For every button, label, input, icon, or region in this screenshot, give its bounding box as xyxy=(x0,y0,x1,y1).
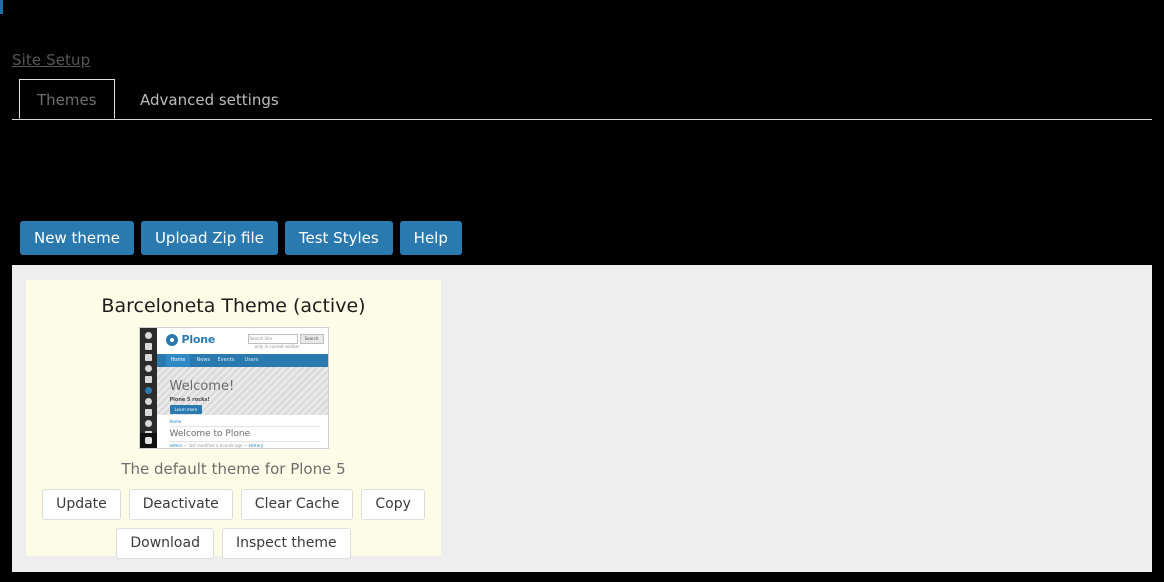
update-button[interactable]: Update xyxy=(42,489,121,520)
preview-nav-item-events: Events xyxy=(217,357,235,363)
theme-card-barceloneta: Barceloneta Theme (active) Plone Search … xyxy=(26,280,441,559)
preview-sidebar-edit-icon xyxy=(144,354,152,361)
preview-byline-history-link: History xyxy=(248,443,264,448)
upload-zip-file-button[interactable]: Upload Zip file xyxy=(140,221,278,255)
preview-sidebar-user-area xyxy=(139,433,157,448)
preview-hero-subtitle: Plone 5 rocks! xyxy=(169,397,210,403)
theme-toolbar: New theme Upload Zip file Test Styles He… xyxy=(20,221,462,255)
preview-sidebar-settings-icon xyxy=(144,420,152,427)
preview-logo-text: Plone xyxy=(181,333,216,346)
download-button[interactable]: Download xyxy=(116,528,214,559)
preview-sidebar-add-icon xyxy=(144,376,152,383)
theme-card-description: The default theme for Plone 5 xyxy=(121,460,346,478)
page-root: Site Setup Themes Advanced settings New … xyxy=(0,0,1164,582)
preview-sidebar-folder-icon xyxy=(144,343,152,350)
test-styles-button[interactable]: Test Styles xyxy=(284,221,393,255)
preview-search-scope-label: only in current section xyxy=(254,344,300,349)
inspect-theme-button[interactable]: Inspect theme xyxy=(221,528,351,559)
tab-bar: Themes Advanced settings xyxy=(0,79,1152,120)
preview-plone-logo-icon xyxy=(165,334,178,346)
preview-sidebar-actions-icon xyxy=(144,398,152,405)
theme-card-actions: Update Deactivate Clear Cache Copy Downl… xyxy=(26,489,441,559)
preview-sidebar-plone-icon xyxy=(144,332,152,339)
preview-sidebar-user-icon xyxy=(144,437,152,444)
preview-hero-banner: Welcome! Plone 5 rocks! Learn more xyxy=(156,367,328,415)
preview-site-header: Plone Search Site Search only in current… xyxy=(156,328,328,354)
preview-byline: admin — last modified a minute ago — His… xyxy=(170,443,264,448)
preview-search-input: Search Site xyxy=(247,334,298,344)
copy-button[interactable]: Copy xyxy=(361,489,425,520)
theme-card-title: Barceloneta Theme (active) xyxy=(101,295,366,317)
preview-page-title: Welcome to Plone xyxy=(169,429,251,439)
preview-nav-item-users: Users xyxy=(244,357,259,363)
preview-page-body: Home Welcome to Plone admin — last modif… xyxy=(156,415,328,448)
preview-search-button: Search xyxy=(299,334,324,344)
top-left-marker xyxy=(0,0,3,14)
themes-content-panel: Barceloneta Theme (active) Plone Search … xyxy=(12,265,1152,572)
preview-sidebar-display-icon xyxy=(144,409,152,416)
new-theme-button[interactable]: New theme xyxy=(20,221,134,255)
help-button[interactable]: Help xyxy=(399,221,462,255)
theme-preview-thumbnail: Plone Search Site Search only in current… xyxy=(138,327,329,449)
preview-search-placeholder: Search Site xyxy=(249,336,273,341)
tab-advanced-settings[interactable]: Advanced settings xyxy=(122,79,297,119)
preview-hero-title: Welcome! xyxy=(169,379,235,394)
preview-nav-item-news: News xyxy=(196,357,211,363)
tab-themes[interactable]: Themes xyxy=(19,79,115,119)
preview-byline-rest: — last modified a minute ago — xyxy=(182,443,249,448)
preview-sidebar-state-icon xyxy=(144,387,152,394)
preview-nav-item-home: Home xyxy=(165,354,191,367)
preview-breadcrumb: Home xyxy=(169,419,182,424)
preview-main-navigation: Home News Events Users xyxy=(156,354,328,367)
clear-cache-button[interactable]: Clear Cache xyxy=(240,489,354,520)
preview-byline-author: admin xyxy=(169,443,183,448)
breadcrumb-site-setup-link[interactable]: Site Setup xyxy=(12,51,90,69)
deactivate-button[interactable]: Deactivate xyxy=(128,489,233,520)
preview-hero-button: Learn more xyxy=(169,405,203,414)
preview-title-rule xyxy=(169,441,320,442)
preview-toolbar-sidebar xyxy=(139,328,157,448)
preview-sidebar-view-icon xyxy=(144,365,152,372)
preview-breadcrumb-rule xyxy=(169,426,320,427)
